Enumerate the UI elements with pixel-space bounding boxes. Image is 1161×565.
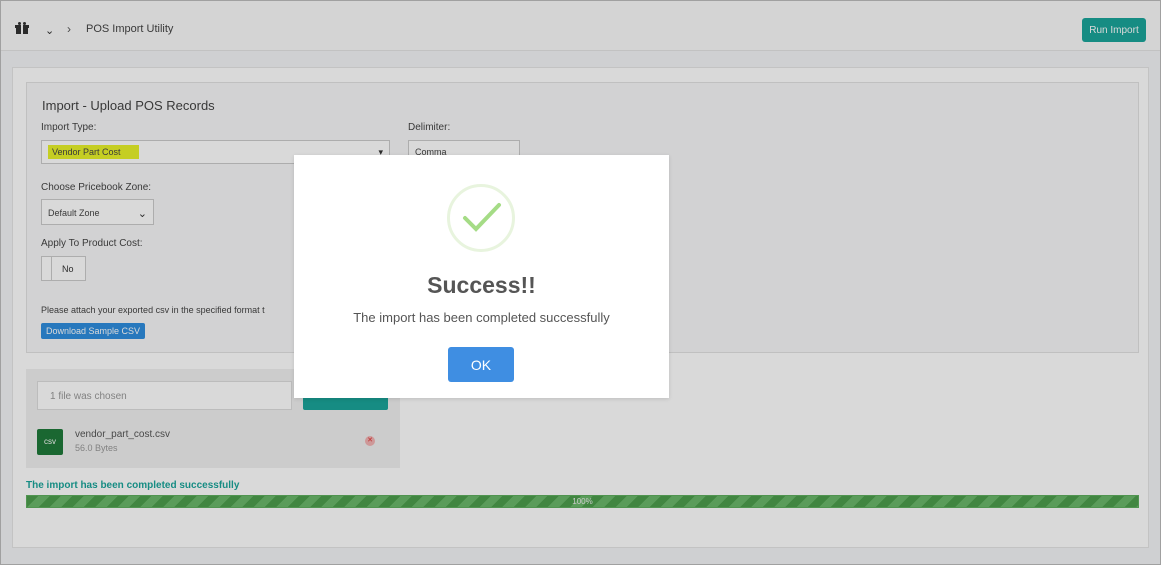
success-check-icon	[447, 184, 515, 252]
modal-message: The import has been completed successful…	[353, 310, 610, 325]
ok-button[interactable]: OK	[448, 347, 514, 382]
success-modal: Success!! The import has been completed …	[294, 155, 669, 398]
modal-title: Success!!	[427, 272, 536, 298]
